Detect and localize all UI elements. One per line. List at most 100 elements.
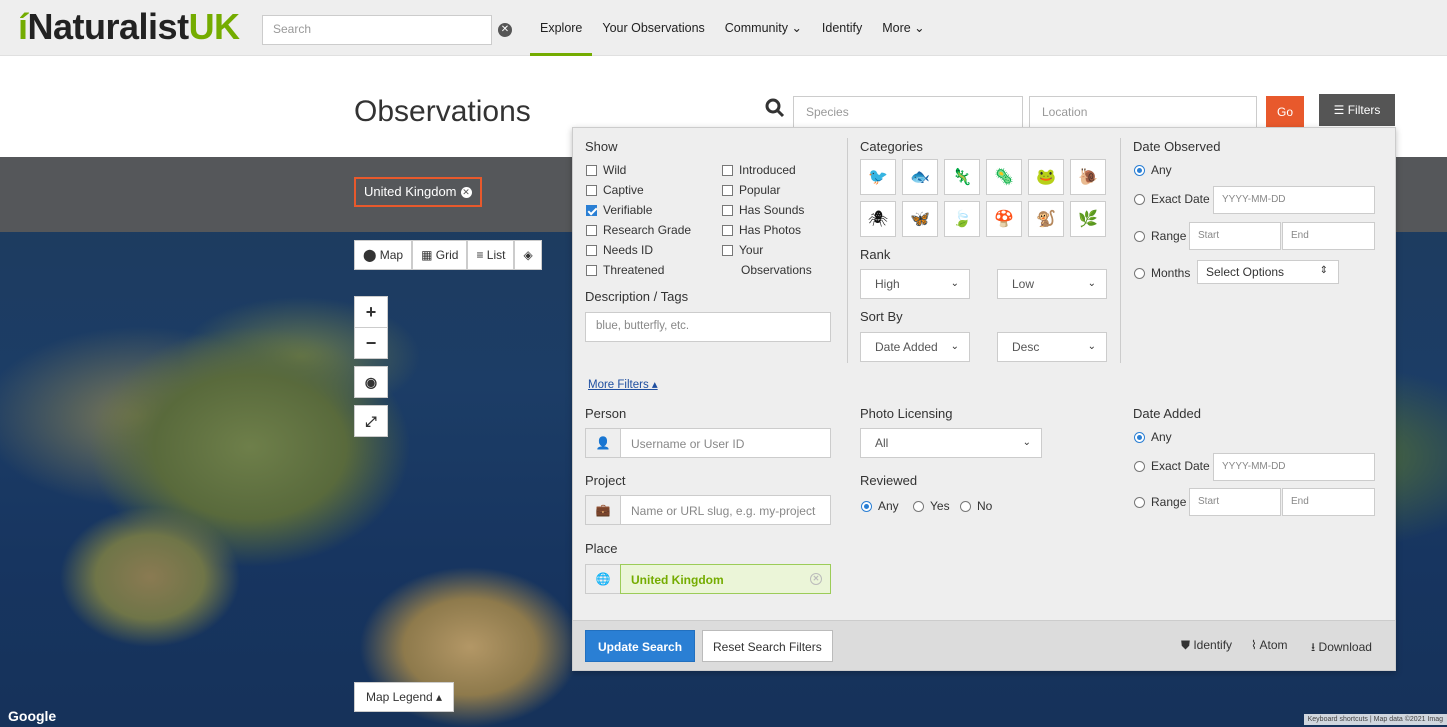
- map-attribution[interactable]: Keyboard shortcuts | Map data ©2021 Imag: [1303, 714, 1447, 725]
- atom-link[interactable]: ⌇ Atom: [1251, 638, 1288, 652]
- sort-by-select[interactable]: Date Added ⌄: [860, 332, 970, 362]
- nav-your-observations[interactable]: Your Observations: [592, 0, 714, 56]
- checkbox-your-observations[interactable]: Your: [722, 243, 763, 257]
- filters-button[interactable]: ☰ Filters: [1319, 94, 1395, 126]
- checkbox-box[interactable]: [586, 265, 597, 276]
- reviewed-yes-radio[interactable]: Yes: [913, 499, 950, 513]
- date-range-start-input[interactable]: Start: [1189, 222, 1281, 250]
- date-added-start-input[interactable]: Start: [1189, 488, 1281, 516]
- radio[interactable]: [1134, 461, 1145, 472]
- fullscreen-icon[interactable]: ⤢: [354, 405, 388, 437]
- project-input[interactable]: Name or URL slug, e.g. my-project: [620, 495, 831, 525]
- date-added-exact-input[interactable]: YYYY-MM-DD: [1213, 453, 1375, 481]
- date-any-radio[interactable]: Any: [1134, 163, 1172, 177]
- checkbox-box[interactable]: [586, 165, 597, 176]
- unknown-icon[interactable]: 🌿: [1070, 201, 1106, 237]
- date-added-any-radio[interactable]: Any: [1134, 430, 1172, 444]
- locate-icon[interactable]: ◉: [354, 366, 388, 398]
- radio[interactable]: [1134, 231, 1145, 242]
- date-months-radio[interactable]: Months: [1134, 266, 1190, 280]
- description-input[interactable]: blue, butterfly, etc.: [585, 312, 831, 342]
- tab-grid[interactable]: ▦ Grid: [412, 240, 468, 270]
- rank-high-select[interactable]: High ⌄: [860, 269, 970, 299]
- radio-selected[interactable]: [1134, 432, 1145, 443]
- location-input[interactable]: Location: [1029, 96, 1257, 128]
- protozoa-icon[interactable]: 🦠: [986, 159, 1022, 195]
- species-input[interactable]: Species: [793, 96, 1023, 128]
- birds-icon[interactable]: 🐦: [860, 159, 896, 195]
- radio[interactable]: [1134, 497, 1145, 508]
- radio[interactable]: [913, 501, 924, 512]
- go-button[interactable]: Go: [1266, 96, 1304, 128]
- date-added-range-radio[interactable]: Range: [1134, 495, 1186, 509]
- radio[interactable]: [1134, 268, 1145, 279]
- checkbox-box[interactable]: [586, 225, 597, 236]
- place-filter-pill[interactable]: United Kingdom ✕: [354, 177, 482, 207]
- checkbox-box[interactable]: [722, 225, 733, 236]
- date-exact-input[interactable]: YYYY-MM-DD: [1213, 186, 1375, 214]
- mammals-icon[interactable]: 🐒: [1028, 201, 1064, 237]
- nav-community[interactable]: Community ⌄: [715, 0, 812, 56]
- months-select[interactable]: Select Options ⇕: [1197, 260, 1339, 284]
- checkbox-box[interactable]: [722, 205, 733, 216]
- reptiles-icon[interactable]: 🦎: [944, 159, 980, 195]
- site-search-input[interactable]: Search: [262, 15, 492, 45]
- date-added-exact-radio[interactable]: Exact Date: [1134, 459, 1210, 473]
- radio-selected[interactable]: [1134, 165, 1145, 176]
- checkbox-has-photos[interactable]: Has Photos: [722, 223, 801, 237]
- photo-licensing-select[interactable]: All ⌄: [860, 428, 1042, 458]
- tab-map[interactable]: ⬤ Map: [354, 240, 413, 270]
- rank-low-select[interactable]: Low ⌄: [997, 269, 1107, 299]
- checkbox-has-sounds[interactable]: Has Sounds: [722, 203, 804, 217]
- nav-identify[interactable]: Identify: [812, 0, 872, 56]
- clear-search-icon[interactable]: ✕: [498, 23, 512, 37]
- fungi-icon[interactable]: 🍄: [986, 201, 1022, 237]
- checkbox-research-grade[interactable]: Research Grade: [586, 223, 691, 237]
- checkbox-needs-id[interactable]: Needs ID: [586, 243, 653, 257]
- update-search-button[interactable]: Update Search: [585, 630, 696, 662]
- checkbox-box[interactable]: [586, 185, 597, 196]
- radio[interactable]: [960, 501, 971, 512]
- more-filters-link[interactable]: More Filters ▴: [588, 377, 658, 391]
- reset-filters-button[interactable]: Reset Search Filters: [702, 630, 833, 662]
- checkbox-introduced[interactable]: Introduced: [722, 163, 796, 177]
- fish-icon[interactable]: 🐟: [902, 159, 938, 195]
- checkbox-popular[interactable]: Popular: [722, 183, 780, 197]
- date-added-end-input[interactable]: End: [1282, 488, 1375, 516]
- checkbox-box-checked[interactable]: [586, 205, 597, 216]
- checkbox-captive[interactable]: Captive: [586, 183, 644, 197]
- checkbox-wild[interactable]: Wild: [586, 163, 626, 177]
- nav-more[interactable]: More ⌄: [872, 0, 934, 56]
- identify-link[interactable]: ⛊ Identify: [1181, 638, 1232, 653]
- site-logo[interactable]: íNaturalistUK: [18, 6, 240, 48]
- tab-layers[interactable]: ◈: [514, 240, 542, 270]
- tab-list[interactable]: ≡ List: [467, 240, 515, 270]
- sort-dir-select[interactable]: Desc ⌄: [997, 332, 1107, 362]
- checkbox-box[interactable]: [722, 245, 733, 256]
- checkbox-box[interactable]: [586, 245, 597, 256]
- clear-place-icon[interactable]: ✕: [810, 573, 822, 585]
- remove-place-icon[interactable]: ✕: [460, 187, 472, 198]
- reviewed-any-radio[interactable]: Any: [861, 499, 899, 513]
- zoom-in-button[interactable]: +: [354, 296, 388, 328]
- download-link[interactable]: ⭳ Download: [1311, 638, 1372, 659]
- checkbox-threatened[interactable]: Threatened: [586, 263, 664, 277]
- date-exact-radio[interactable]: Exact Date: [1134, 192, 1210, 206]
- arachnids-icon[interactable]: 🕷: [860, 201, 896, 237]
- zoom-out-button[interactable]: −: [354, 327, 388, 359]
- checkbox-box[interactable]: [722, 165, 733, 176]
- amphibians-icon[interactable]: 🐸: [1028, 159, 1064, 195]
- radio[interactable]: [1134, 194, 1145, 205]
- mollusks-icon[interactable]: 🐌: [1070, 159, 1106, 195]
- person-input[interactable]: Username or User ID: [620, 428, 831, 458]
- plants-icon[interactable]: 🍃: [944, 201, 980, 237]
- checkbox-box[interactable]: [722, 185, 733, 196]
- date-range-end-input[interactable]: End: [1282, 222, 1375, 250]
- radio-selected[interactable]: [861, 501, 872, 512]
- checkbox-verifiable[interactable]: Verifiable: [586, 203, 652, 217]
- reviewed-no-radio[interactable]: No: [960, 499, 992, 513]
- insects-icon[interactable]: 🦋: [902, 201, 938, 237]
- date-range-radio[interactable]: Range: [1134, 229, 1186, 243]
- place-input[interactable]: United Kingdom ✕: [620, 564, 831, 594]
- nav-explore[interactable]: Explore: [530, 0, 593, 56]
